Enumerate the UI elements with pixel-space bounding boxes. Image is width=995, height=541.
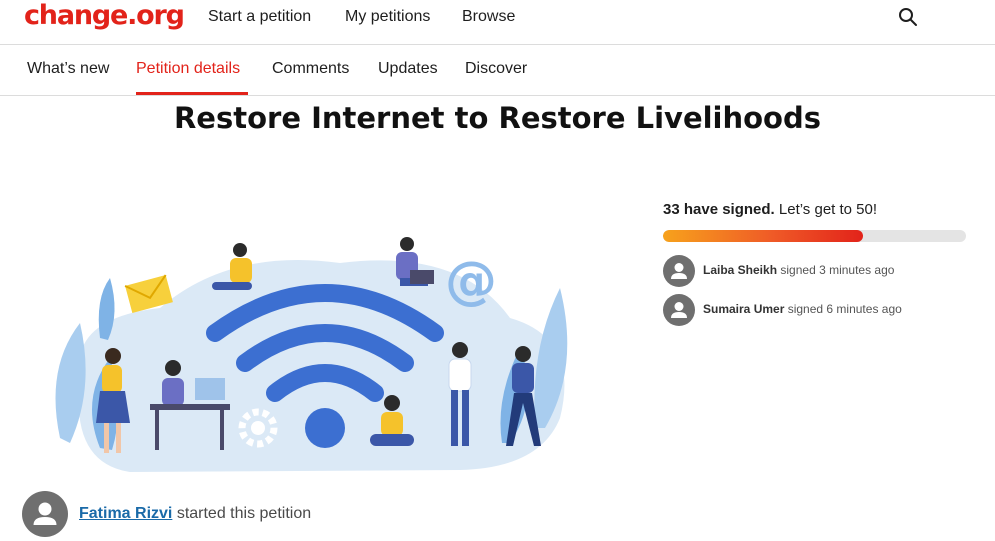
change-org-logo[interactable]: change.org — [24, 0, 185, 31]
top-navigation: change.org Start a petition My petitions… — [0, 0, 995, 45]
signature-count: 33 have signed. — [663, 201, 775, 218]
svg-text:@: @ — [445, 251, 497, 311]
signer-text: Sumaira Umer signed 6 minutes ago — [703, 302, 902, 316]
starter-name-link[interactable]: Fatima Rizvi — [79, 505, 172, 522]
active-tab-indicator — [136, 92, 248, 95]
signature-progress-bar — [663, 230, 966, 242]
signer-action: signed 6 minutes ago — [787, 302, 902, 316]
user-icon — [33, 502, 57, 525]
user-icon — [671, 263, 687, 279]
avatar — [663, 294, 695, 326]
avatar — [663, 255, 695, 287]
tab-comments[interactable]: Comments — [272, 60, 349, 78]
signature-progress-text: 33 have signed. Let’s get to 50! — [663, 201, 877, 218]
signature-progress-fill — [663, 230, 863, 242]
nav-browse[interactable]: Browse — [462, 8, 515, 26]
signature-goal: Let’s get to 50! — [778, 201, 878, 218]
signer-action: signed 3 minutes ago — [780, 263, 895, 277]
petition-hero-image: @ — [55, 237, 568, 472]
starter-text: Fatima Rizvi started this petition — [79, 505, 311, 523]
nav-my-petitions[interactable]: My petitions — [345, 8, 430, 26]
user-icon — [671, 302, 687, 318]
tab-discover[interactable]: Discover — [465, 60, 527, 78]
starter-action: started this petition — [176, 505, 312, 522]
petition-tabs: What’s new Petition details Comments Upd… — [0, 45, 995, 96]
signer-name: Laiba Sheikh — [703, 263, 778, 277]
tab-whats-new[interactable]: What’s new — [27, 60, 109, 78]
tab-petition-details[interactable]: Petition details — [136, 60, 240, 78]
petition-title: Restore Internet to Restore Livelihoods — [173, 101, 822, 135]
signer-text: Laiba Sheikh signed 3 minutes ago — [703, 263, 894, 277]
avatar — [22, 491, 68, 537]
nav-start-petition[interactable]: Start a petition — [208, 8, 311, 26]
search-icon[interactable] — [898, 7, 918, 27]
signer-name: Sumaira Umer — [703, 302, 785, 316]
tab-updates[interactable]: Updates — [378, 60, 438, 78]
